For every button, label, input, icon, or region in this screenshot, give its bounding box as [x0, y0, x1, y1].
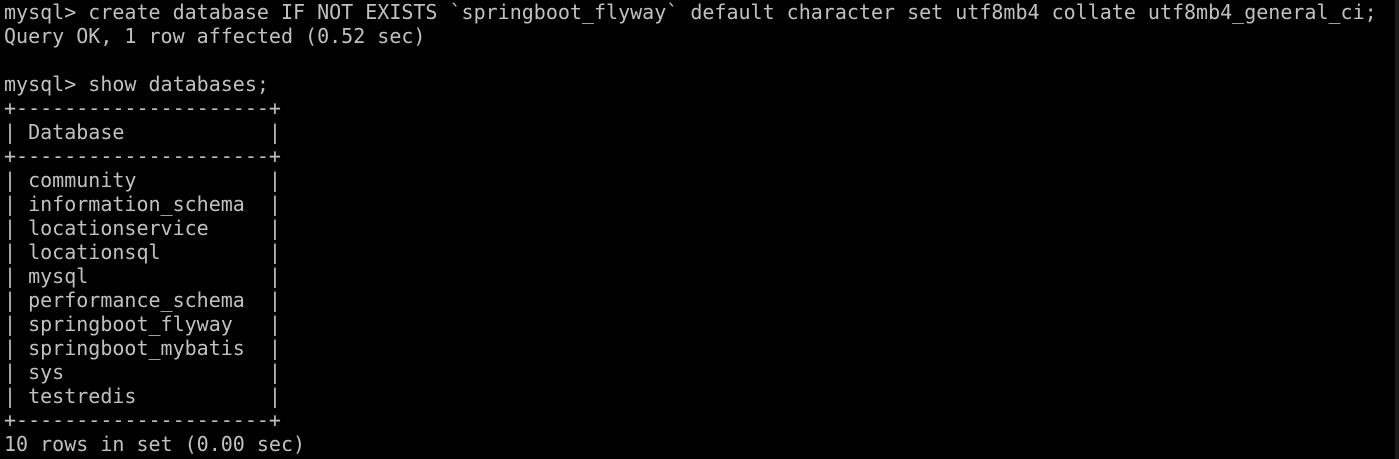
table-row: | locationservice |	[4, 216, 281, 240]
table-row: | springboot_flyway |	[4, 312, 281, 336]
table-row: | sys |	[4, 360, 281, 384]
table-row: | mysql |	[4, 264, 281, 288]
table-row: | community |	[4, 168, 281, 192]
table-border-bottom: +---------------------+	[4, 408, 281, 432]
table-border-top: +---------------------+	[4, 96, 281, 120]
query-result-rows: 10 rows in set (0.00 sec)	[4, 432, 306, 456]
table-border-header: +---------------------+	[4, 144, 281, 168]
command-create-database: mysql> create database IF NOT EXISTS `sp…	[4, 0, 1377, 24]
table-row: | performance_schema |	[4, 288, 281, 312]
table-row: | locationsql |	[4, 240, 281, 264]
table-row: | springboot_mybatis |	[4, 336, 281, 360]
terminal-window[interactable]: mysql> create database IF NOT EXISTS `sp…	[0, 0, 1399, 459]
table-header: | Database |	[4, 120, 281, 144]
table-row: | information_schema |	[4, 192, 281, 216]
table-row: | testredis |	[4, 384, 281, 408]
command-show-databases: mysql> show databases;	[4, 72, 269, 96]
query-result-create: Query OK, 1 row affected (0.52 sec)	[4, 24, 426, 48]
scrollbar-edge[interactable]	[1395, 0, 1399, 459]
